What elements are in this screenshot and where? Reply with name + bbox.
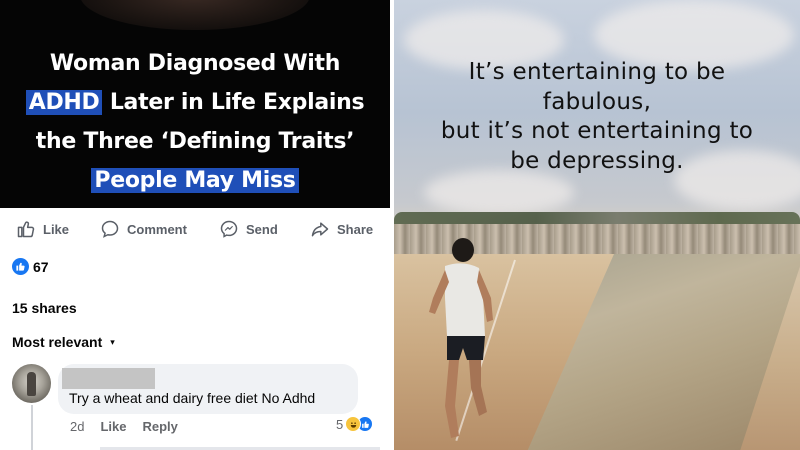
comment-bubble: Try a wheat and dairy free diet No Adhd <box>58 364 358 414</box>
chevron-down-icon: ▾ <box>110 336 115 347</box>
share-button[interactable]: Share <box>310 219 373 239</box>
comment-button[interactable]: Comment <box>100 219 187 239</box>
quote-line-1: It’s entertaining to be <box>468 59 726 85</box>
like-reaction-icon <box>12 258 29 275</box>
comment-time[interactable]: 2d <box>70 419 84 434</box>
sort-label: Most relevant <box>12 334 103 350</box>
reaction-count: 67 <box>33 258 49 275</box>
headline-line-1: Woman Diagnosed With <box>49 51 341 76</box>
reactions-summary[interactable]: 67 <box>12 258 49 275</box>
headline-highlight-people: People May Miss <box>91 168 299 193</box>
like-label: Like <box>43 221 70 237</box>
like-button[interactable]: Like <box>16 219 69 239</box>
quote-line-4: be depressing. <box>510 147 684 174</box>
send-label: Send <box>246 221 278 237</box>
share-label: Share <box>337 221 374 237</box>
cloud <box>424 170 574 215</box>
comment-bubble-icon <box>101 220 119 238</box>
comment-like-button[interactable]: Like <box>100 419 126 434</box>
running-man-illustration <box>429 238 493 438</box>
comment-text: Try a wheat and dairy free diet No Adhd <box>69 390 316 406</box>
facebook-post: Woman Diagnosed With ADHD Later in Life … <box>0 0 390 450</box>
commenter-avatar[interactable] <box>12 364 51 403</box>
shares-count[interactable]: 15 shares <box>12 300 77 316</box>
avatar-figure <box>27 372 36 396</box>
quote-text: It’s entertaining to be fabulous, but it… <box>394 58 800 176</box>
comment-meta: 2d Like Reply <box>70 419 178 434</box>
comment-label: Comment <box>127 221 187 237</box>
thumbs-up-icon <box>17 221 35 238</box>
thread-line <box>31 405 33 450</box>
woman-photo <box>80 0 310 30</box>
quote-line-3: but it’s not entertaining to <box>440 118 754 144</box>
redacted-commenter-name <box>62 368 155 389</box>
article-headline: Woman Diagnosed With ADHD Later in Life … <box>0 44 390 200</box>
comment-reaction-count: 5 <box>336 416 344 432</box>
share-arrow-icon <box>311 222 329 237</box>
comments-sort-dropdown[interactable]: Most relevant ▾ <box>12 334 115 350</box>
headline-highlight-adhd: ADHD <box>25 90 103 115</box>
send-button[interactable]: Send <box>219 219 278 239</box>
post-actions-bar: Like Comment Send Share <box>0 212 390 246</box>
headline-line-2: Later in Life Explains <box>102 90 365 115</box>
comment-reactions[interactable]: 5 <box>336 416 374 432</box>
headline-line-3: the Three ‘Defining Traits’ <box>35 129 355 154</box>
article-image[interactable]: Woman Diagnosed With ADHD Later in Life … <box>0 0 390 208</box>
messenger-icon <box>220 220 238 238</box>
comment-reply-button[interactable]: Reply <box>142 419 177 434</box>
quote-line-2: fabulous, <box>542 88 652 115</box>
